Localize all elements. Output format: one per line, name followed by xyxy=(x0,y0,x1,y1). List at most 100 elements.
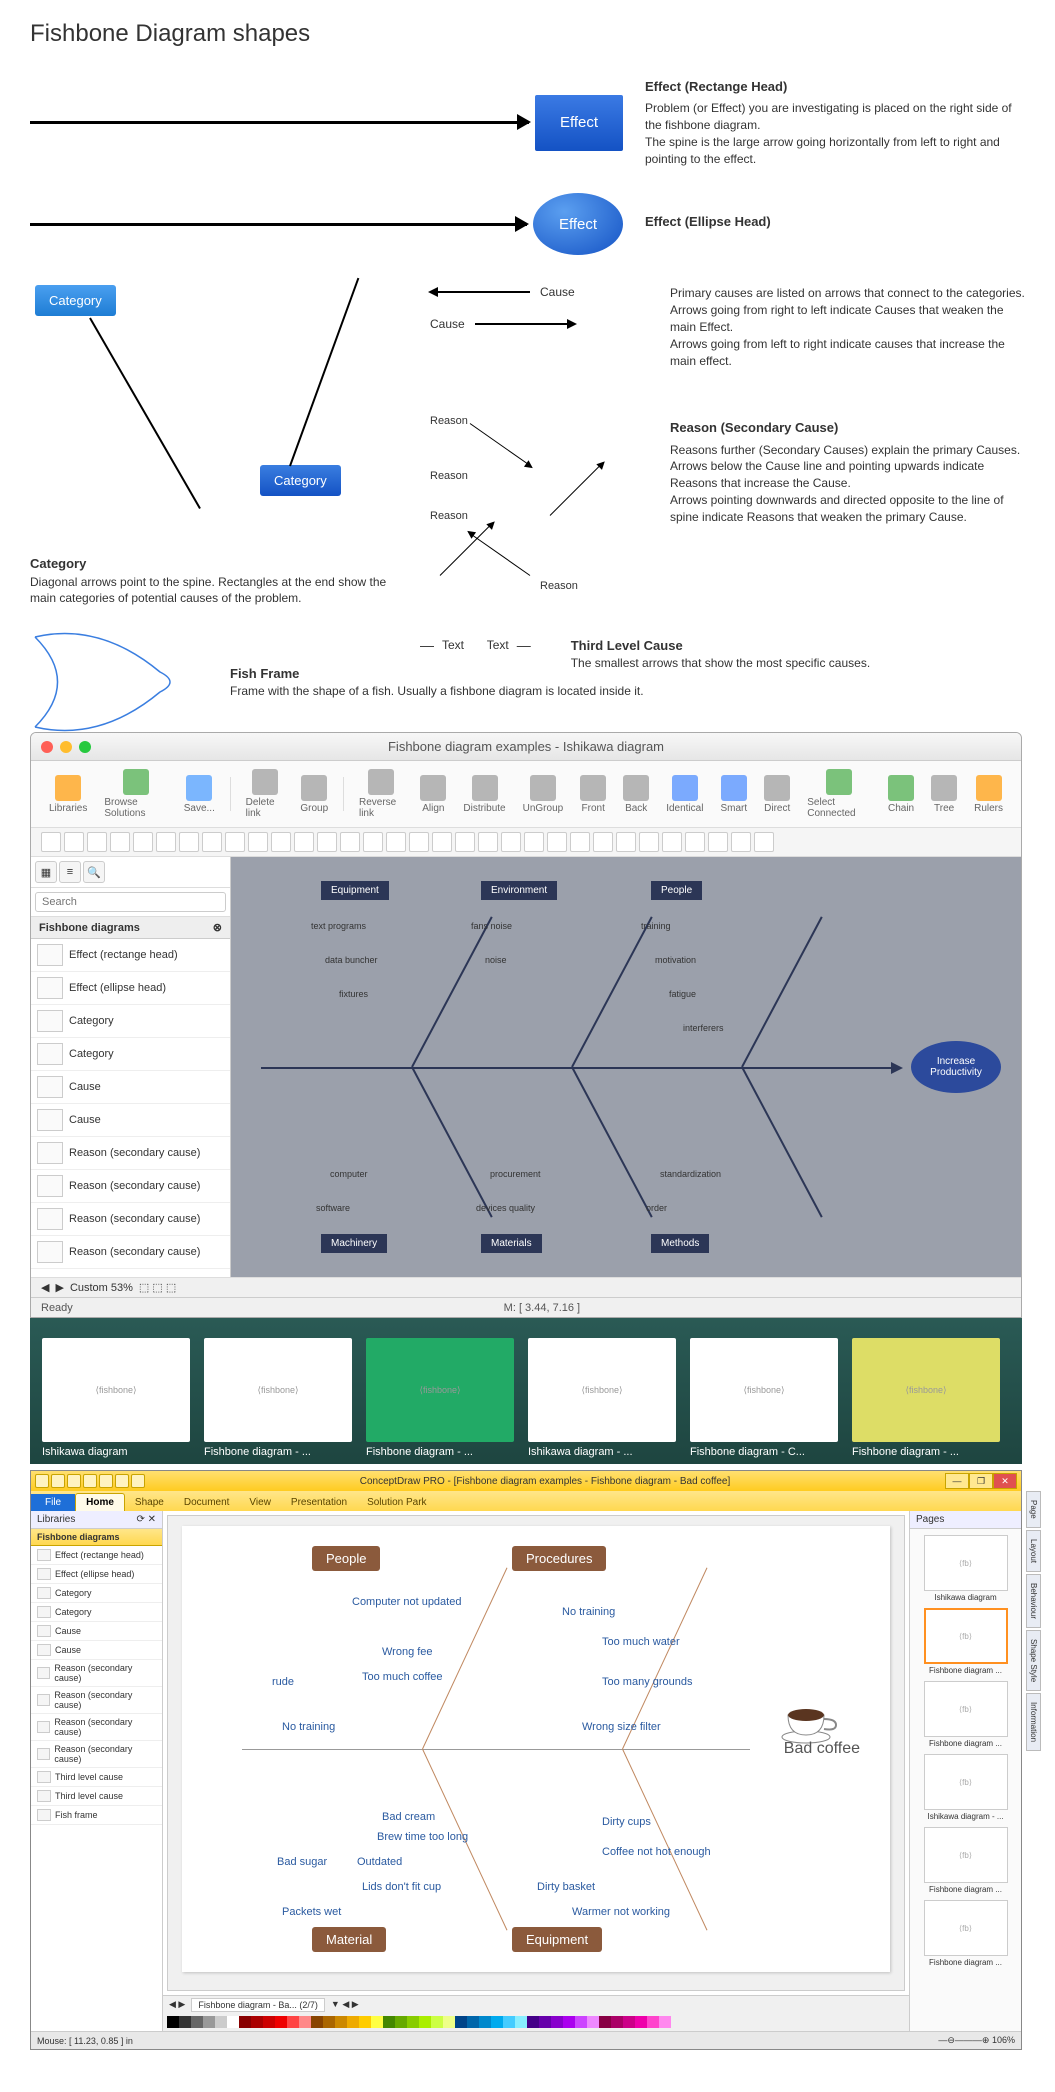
library-item[interactable]: Reason (secondary cause) xyxy=(31,1741,162,1768)
color-swatch[interactable] xyxy=(395,2016,407,2028)
ribbon-tab-solution-park[interactable]: Solution Park xyxy=(357,1494,436,1511)
toolbar-align[interactable]: Align xyxy=(412,773,454,816)
template-thumb[interactable]: ⟨fishbone⟩Ishikawa diagram xyxy=(42,1338,190,1458)
tool-button[interactable] xyxy=(363,832,383,852)
color-swatch[interactable] xyxy=(227,2016,239,2028)
template-thumb[interactable]: ⟨fishbone⟩Ishikawa diagram - ... xyxy=(528,1338,676,1458)
color-swatch[interactable] xyxy=(503,2016,515,2028)
color-swatch[interactable] xyxy=(443,2016,455,2028)
tool-button[interactable] xyxy=(64,832,84,852)
library-item[interactable]: Reason (secondary cause) xyxy=(31,1170,230,1203)
close-button[interactable] xyxy=(41,741,53,753)
tool-button[interactable] xyxy=(501,832,521,852)
tool-button[interactable] xyxy=(317,832,337,852)
side-tab-information[interactable]: Information xyxy=(1026,1693,1041,1751)
tool-button[interactable] xyxy=(708,832,728,852)
toolbar-delete-link[interactable]: Delete link xyxy=(238,767,292,821)
color-swatch[interactable] xyxy=(359,2016,371,2028)
maximize-button[interactable]: ❐ xyxy=(969,1473,993,1489)
toolbar-browse-solutions[interactable]: Browse Solutions xyxy=(96,767,174,821)
tool-button[interactable] xyxy=(455,832,475,852)
color-swatch[interactable] xyxy=(179,2016,191,2028)
color-swatch[interactable] xyxy=(479,2016,491,2028)
color-swatch[interactable] xyxy=(659,2016,671,2028)
toolbar-select-connected[interactable]: Select Connected xyxy=(799,767,879,821)
tool-button[interactable] xyxy=(731,832,751,852)
toolbar-smart[interactable]: Smart xyxy=(712,773,755,816)
color-swatch[interactable] xyxy=(311,2016,323,2028)
document-page[interactable]: Bad coffee PeopleProceduresMaterialEquip… xyxy=(182,1526,890,1972)
library-name[interactable]: Fishbone diagrams xyxy=(31,1529,162,1546)
tool-button[interactable] xyxy=(179,832,199,852)
color-swatch[interactable] xyxy=(587,2016,599,2028)
template-thumb[interactable]: ⟨fishbone⟩Fishbone diagram - ... xyxy=(852,1338,1000,1458)
color-swatch[interactable] xyxy=(575,2016,587,2028)
page-thumb[interactable]: ⟨fb⟩Ishikawa diagram - ... xyxy=(924,1754,1008,1821)
toolbar-ungroup[interactable]: UnGroup xyxy=(515,773,572,816)
tool-button[interactable] xyxy=(409,832,429,852)
doc-tab[interactable]: Fishbone diagram - Ba... (2/7) xyxy=(191,1998,325,2012)
sidebar-search-button[interactable]: 🔍 xyxy=(83,861,105,883)
color-swatch[interactable] xyxy=(215,2016,227,2028)
color-swatch[interactable] xyxy=(623,2016,635,2028)
color-swatch[interactable] xyxy=(191,2016,203,2028)
color-swatch[interactable] xyxy=(611,2016,623,2028)
template-thumb[interactable]: ⟨fishbone⟩Fishbone diagram - ... xyxy=(204,1338,352,1458)
zoom-button[interactable] xyxy=(79,741,91,753)
toolbar-distribute[interactable]: Distribute xyxy=(455,773,513,816)
tool-button[interactable] xyxy=(547,832,567,852)
tool-button[interactable] xyxy=(386,832,406,852)
color-swatch[interactable] xyxy=(275,2016,287,2028)
color-swatch[interactable] xyxy=(239,2016,251,2028)
library-item[interactable]: Reason (secondary cause) xyxy=(31,1203,230,1236)
color-swatch[interactable] xyxy=(251,2016,263,2028)
toolbar-back[interactable]: Back xyxy=(615,773,657,816)
qat-button[interactable] xyxy=(83,1474,97,1488)
library-item[interactable]: Effect (ellipse head) xyxy=(31,972,230,1005)
tool-button[interactable] xyxy=(639,832,659,852)
ribbon-tab-view[interactable]: View xyxy=(239,1494,281,1511)
color-swatch[interactable] xyxy=(323,2016,335,2028)
tool-button[interactable] xyxy=(524,832,544,852)
color-swatch[interactable] xyxy=(347,2016,359,2028)
search-input[interactable] xyxy=(35,892,226,912)
tool-button[interactable] xyxy=(156,832,176,852)
toolbar-rulers[interactable]: Rulers xyxy=(966,773,1011,816)
toolbar-front[interactable]: Front xyxy=(572,773,614,816)
tool-button[interactable] xyxy=(133,832,153,852)
ribbon-tab-shape[interactable]: Shape xyxy=(125,1494,174,1511)
toolbar-direct[interactable]: Direct xyxy=(756,773,798,816)
side-tab-shape style[interactable]: Shape Style xyxy=(1026,1630,1041,1691)
tool-button[interactable] xyxy=(593,832,613,852)
ribbon-tab-file[interactable]: File xyxy=(31,1494,75,1511)
ribbon-tab-document[interactable]: Document xyxy=(174,1494,240,1511)
library-item[interactable]: Fish frame xyxy=(31,1806,162,1825)
color-swatch[interactable] xyxy=(167,2016,179,2028)
tool-button[interactable] xyxy=(570,832,590,852)
library-item[interactable]: Category xyxy=(31,1584,162,1603)
page-thumb[interactable]: ⟨fb⟩Fishbone diagram ... xyxy=(924,1608,1008,1675)
tool-button[interactable] xyxy=(478,832,498,852)
library-item[interactable]: Reason (secondary cause) xyxy=(31,1687,162,1714)
color-swatch[interactable] xyxy=(527,2016,539,2028)
color-swatch[interactable] xyxy=(419,2016,431,2028)
tool-button[interactable] xyxy=(340,832,360,852)
toolbar-group[interactable]: Group xyxy=(292,773,336,816)
color-swatch[interactable] xyxy=(563,2016,575,2028)
page-thumb[interactable]: ⟨fb⟩Ishikawa diagram xyxy=(924,1535,1008,1602)
color-swatch[interactable] xyxy=(263,2016,275,2028)
tool-button[interactable] xyxy=(248,832,268,852)
side-tab-behaviour[interactable]: Behaviour xyxy=(1026,1574,1041,1628)
library-item[interactable]: Reason (secondary cause) xyxy=(31,1137,230,1170)
library-item[interactable]: Third level cause xyxy=(31,1787,162,1806)
tool-button[interactable] xyxy=(754,832,774,852)
color-swatch[interactable] xyxy=(647,2016,659,2028)
minimize-button[interactable] xyxy=(60,741,72,753)
library-item[interactable]: Effect (ellipse head) xyxy=(31,1565,162,1584)
toolbar-chain[interactable]: Chain xyxy=(880,773,922,816)
library-item[interactable]: Effect (rectange head) xyxy=(31,939,230,972)
library-item[interactable]: Category xyxy=(31,1603,162,1622)
color-swatch[interactable] xyxy=(287,2016,299,2028)
library-header[interactable]: Fishbone diagrams ⊗ xyxy=(31,917,230,939)
qat-button[interactable] xyxy=(67,1474,81,1488)
